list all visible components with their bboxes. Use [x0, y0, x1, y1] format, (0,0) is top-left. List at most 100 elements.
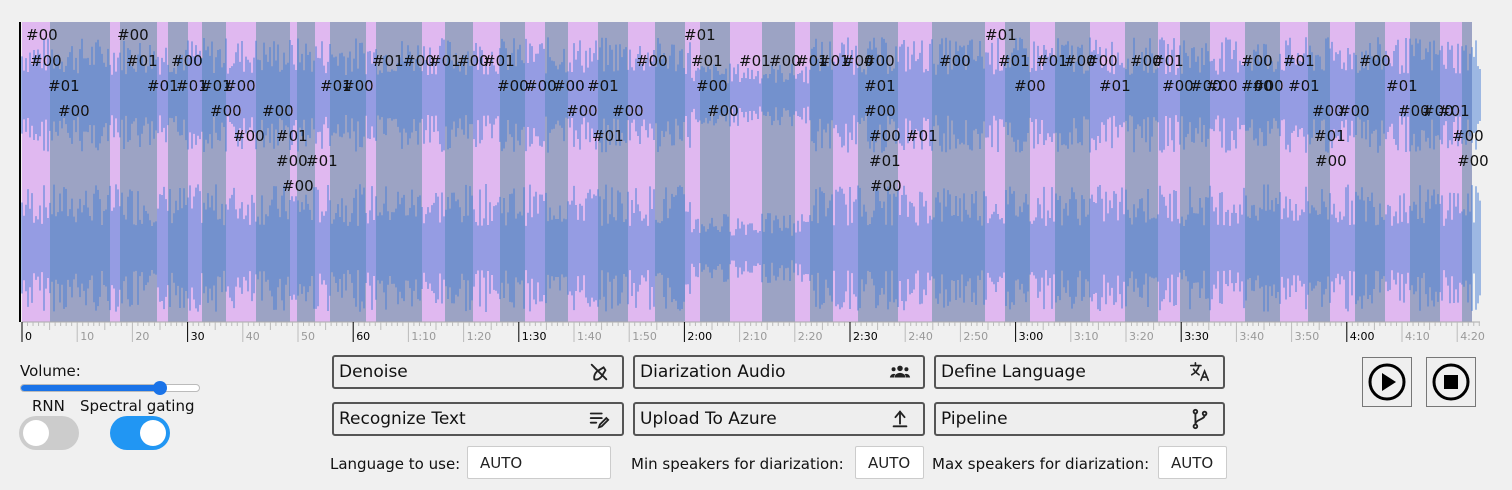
speaker-tag: #00 [863, 52, 895, 70]
speaker-tag: #01 [1386, 77, 1418, 95]
speaker-tag: #01 [147, 77, 179, 95]
define-language-button[interactable]: Define Language [934, 355, 1225, 389]
speaker-tag: #00 [117, 26, 149, 44]
speaker-region-9 [256, 22, 290, 322]
tick-label: 3:30 [1184, 330, 1209, 343]
tick-label: 1:20 [467, 330, 492, 343]
tick-label: 50 [301, 330, 315, 343]
speaker-tag: #00 [869, 127, 901, 145]
speaker-tag: #00 [282, 177, 314, 195]
tick-label: 10 [80, 330, 94, 343]
speaker-tag: #00 [612, 102, 644, 120]
tick-label: 40 [246, 330, 260, 343]
spectral-gating-toggle[interactable] [110, 416, 170, 450]
speaker-region-52 [1440, 22, 1462, 322]
speaker-tag: #01 [906, 127, 938, 145]
waveform-timeline[interactable]: #00 #00#00 #01#01#00#00#01#01#01#00#00#00#… [0, 0, 1512, 345]
play-icon [1368, 363, 1406, 401]
speaker-tag: #00 [1252, 77, 1284, 95]
speaker-tag: #01 [1036, 52, 1068, 70]
speaker-tag: #00 [636, 52, 668, 70]
tick-label: 3:10 [1074, 330, 1099, 343]
speaker-tag: #00 [171, 52, 203, 70]
speaker-tag: #00 [262, 102, 294, 120]
speaker-tag: #01 [869, 152, 901, 170]
upload-to-azure-button[interactable]: Upload To Azure [633, 402, 925, 436]
tick-label: 3:40 [1239, 330, 1264, 343]
tick-label: 2:40 [908, 330, 933, 343]
min-speakers-input[interactable]: AUTO [855, 446, 924, 479]
tick-label: 2:00 [687, 330, 712, 343]
recognize-text-button[interactable]: Recognize Text [332, 402, 624, 436]
max-speakers-input[interactable]: AUTO [1158, 446, 1227, 479]
speaker-tag: #00 [1206, 77, 1238, 95]
tick-label: 2:20 [798, 330, 823, 343]
speaker-tag: #00 [1086, 52, 1118, 70]
speaker-tag: #00 [26, 26, 58, 44]
speaker-tag: #01 [1283, 52, 1315, 70]
speaker-tag: #00 [525, 77, 557, 95]
speaker-tag: #01 [691, 52, 723, 70]
upload-to-azure-label: Upload To Azure [640, 409, 777, 429]
denoise-button[interactable]: Denoise [332, 355, 624, 389]
speaker-tag: #01 [998, 52, 1030, 70]
volume-slider[interactable] [20, 384, 200, 392]
speaker-tag: #00 [30, 52, 62, 70]
speaker-tag: #00 [1014, 77, 1046, 95]
speaker-tag: #01 [483, 52, 515, 70]
tick-label: 4:20 [1460, 330, 1485, 343]
tick-label: 1:10 [411, 330, 436, 343]
speaker-tag: #01 [739, 52, 771, 70]
tick-label: 2:10 [743, 330, 768, 343]
play-button[interactable] [1362, 357, 1412, 407]
edit-note-icon [589, 412, 610, 429]
speaker-tag: #00 [224, 77, 256, 95]
speaker-tag: #01 [306, 152, 338, 170]
speaker-tag: #00 [233, 127, 265, 145]
diarization-audio-label: Diarization Audio [640, 362, 786, 382]
recognize-text-label: Recognize Text [339, 409, 466, 429]
denoise-icon [590, 363, 608, 381]
speaker-tag: #01 [1288, 77, 1320, 95]
speaker-tag: #00 [342, 77, 374, 95]
time-axis: 0 10 20 30 40 50 60 1:10 1:20 1:30 1:40 1:50 2:00 2:1… [21, 321, 1485, 343]
speaker-tag: #00 [1452, 127, 1484, 145]
speaker-tag: #01 [1438, 102, 1470, 120]
speaker-region-34 [898, 22, 932, 322]
group-icon [889, 365, 911, 378]
tick-label: 4:00 [1350, 330, 1375, 343]
rnn-toggle[interactable] [19, 416, 79, 450]
speaker-tag: #00 [939, 52, 971, 70]
speaker-tag: #01 [276, 127, 308, 145]
speaker-tag: #00 [553, 77, 585, 95]
rnn-label: RNN [32, 397, 65, 415]
tick-label: 20 [135, 330, 149, 343]
spectral-gating-label: Spectral gating [80, 397, 195, 415]
speaker-tag: #01 [429, 52, 461, 70]
speaker-tag: #00 [210, 102, 242, 120]
define-language-label: Define Language [941, 362, 1086, 382]
tick-label: 3:20 [1129, 330, 1154, 343]
speaker-tag: #00 [276, 152, 308, 170]
speaker-tag: #01 [1314, 127, 1346, 145]
speaker-tag: #00 [1359, 52, 1391, 70]
language-label: Language to use: [330, 455, 461, 473]
stop-button[interactable] [1426, 357, 1476, 407]
tick-label: 1:30 [522, 330, 547, 343]
speaker-tag: #01 [864, 77, 896, 95]
denoise-label: Denoise [339, 362, 408, 382]
speaker-tag: #00 [566, 102, 598, 120]
speaker-tag: #00 [497, 77, 529, 95]
speaker-tag: #00 [1338, 102, 1370, 120]
pipeline-button[interactable]: Pipeline [934, 402, 1225, 436]
speaker-tag: #00 [1241, 52, 1273, 70]
speaker-tag: #01 [684, 26, 716, 44]
tick-label: 30 [191, 330, 205, 343]
language-input[interactable]: AUTO [467, 446, 611, 479]
pipeline-label: Pipeline [941, 409, 1008, 429]
diarization-audio-button[interactable]: Diarization Audio [633, 355, 925, 389]
speaker-tag: #01 [985, 26, 1017, 44]
speaker-tag: #00 [58, 102, 90, 120]
upload-icon [892, 410, 908, 428]
volume-slider-thumb[interactable] [153, 381, 168, 395]
